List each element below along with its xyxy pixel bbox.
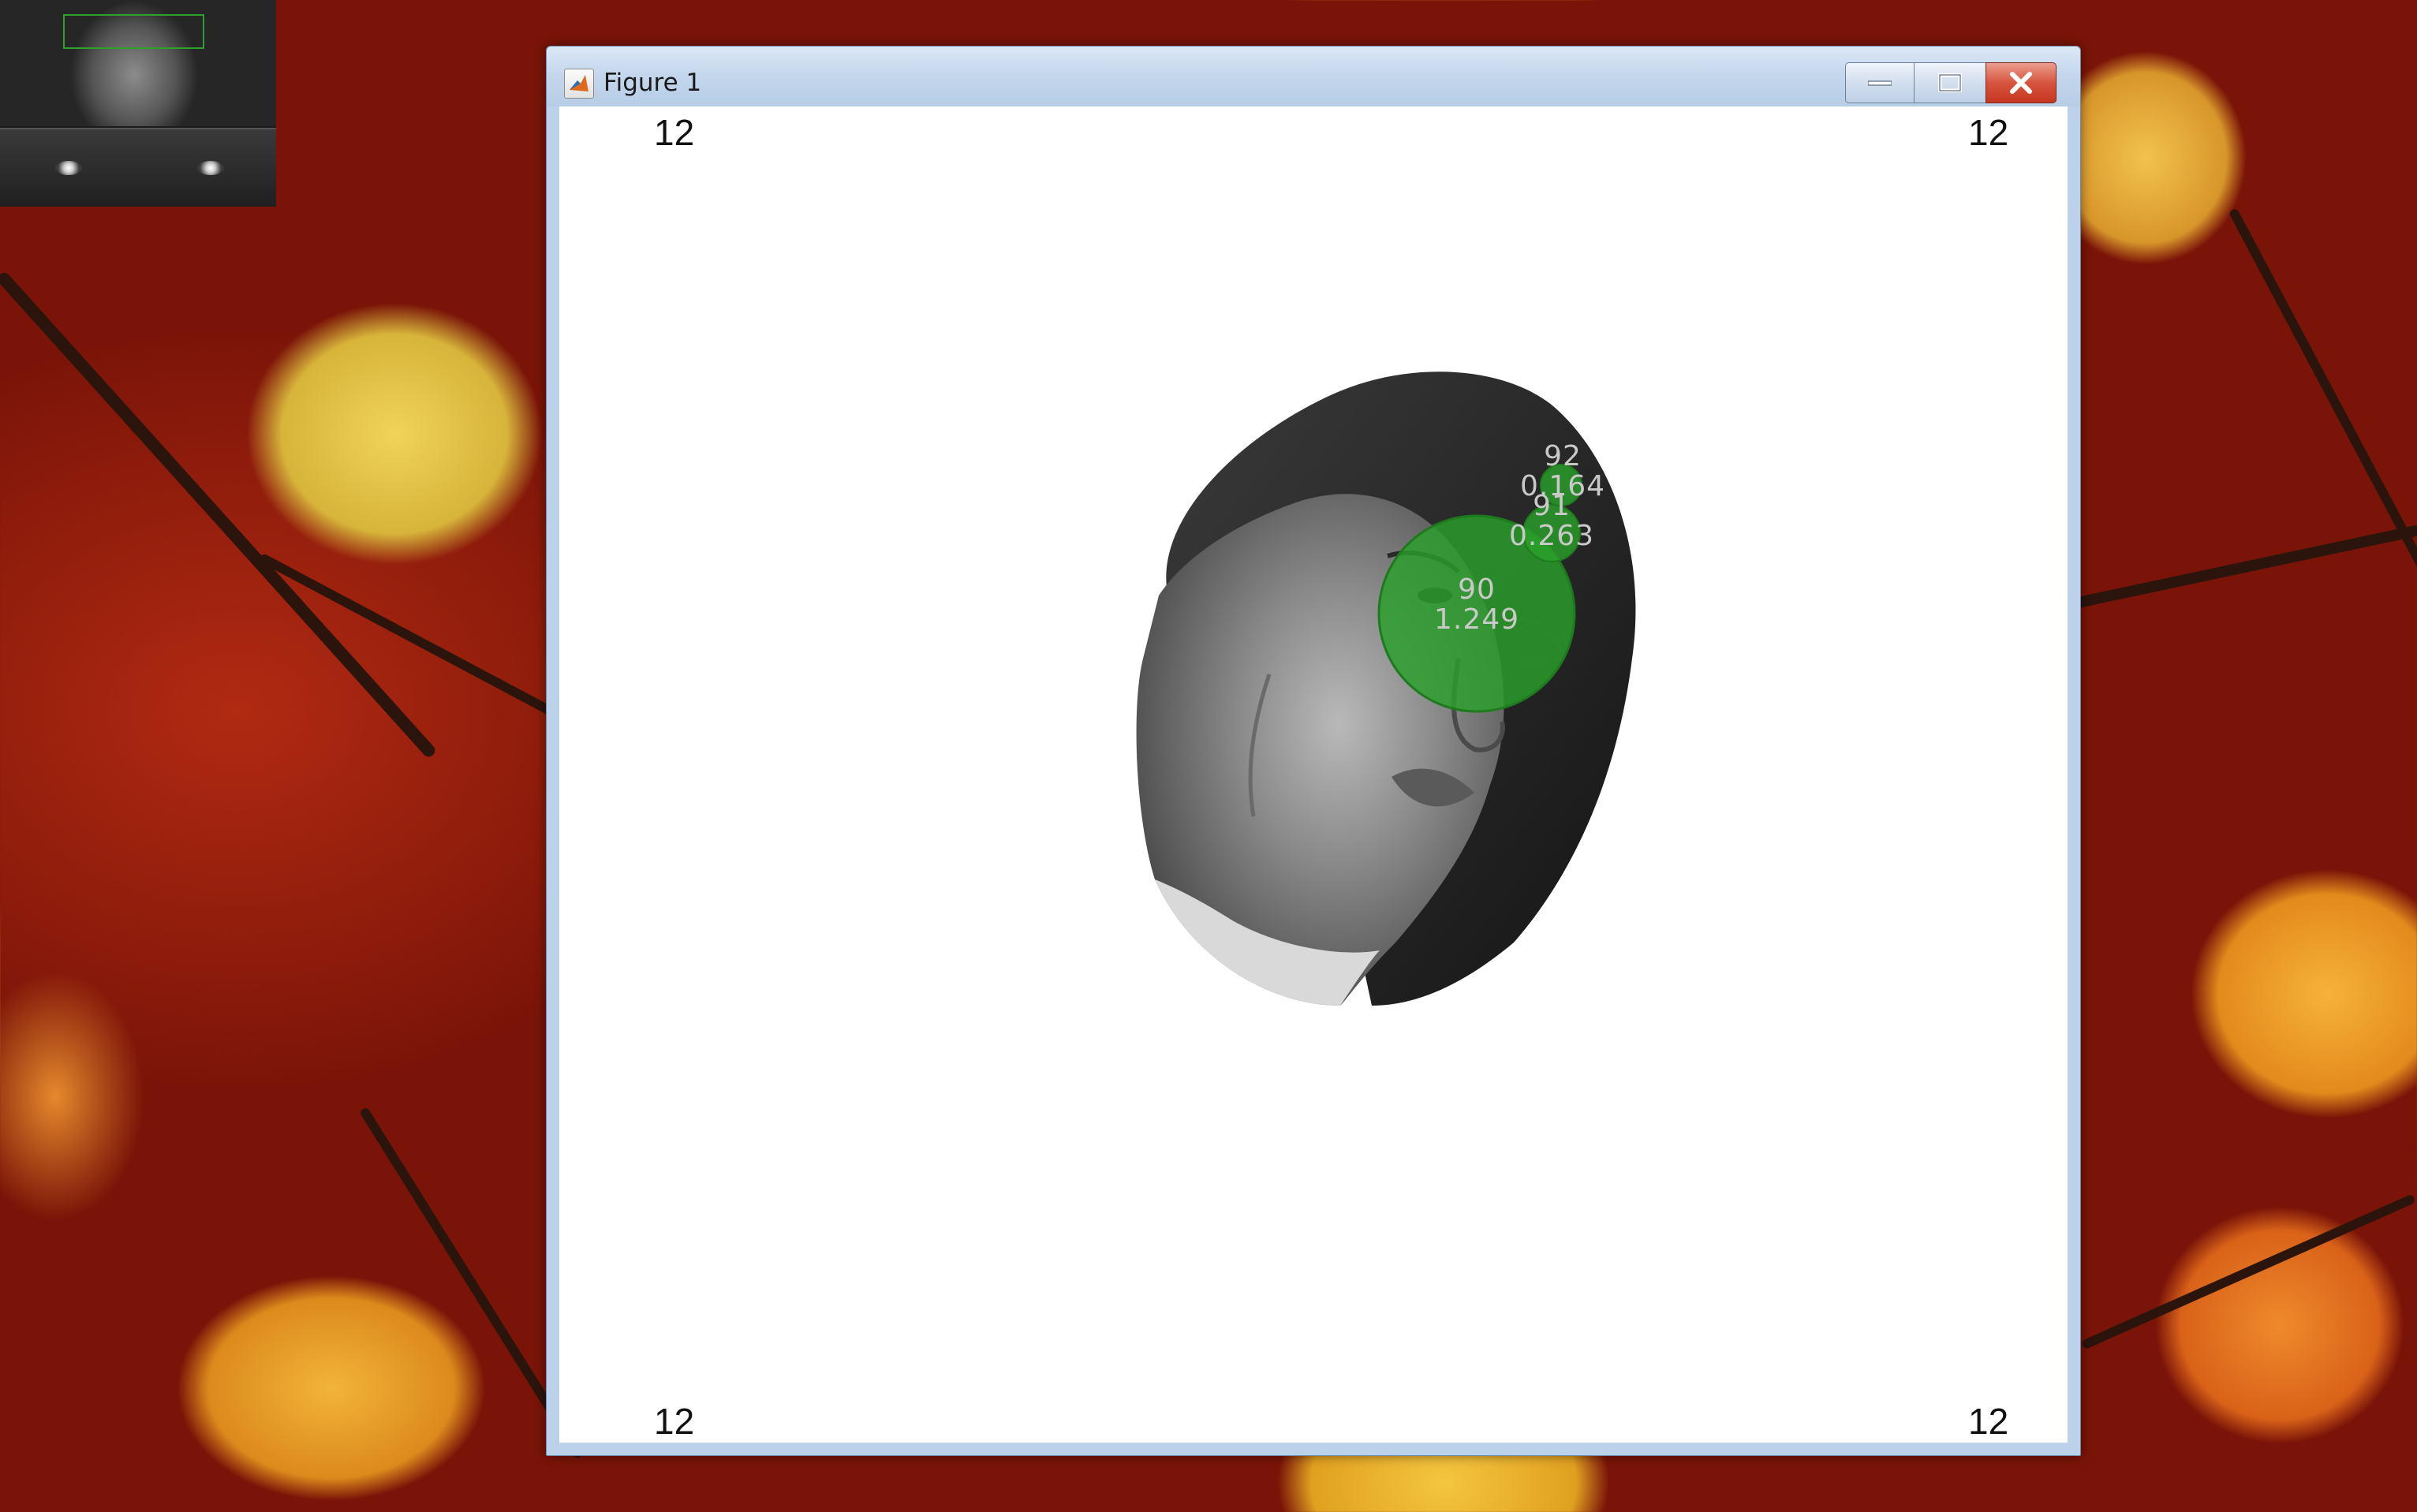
eye-tracker-camera-preview bbox=[0, 0, 276, 207]
minimize-icon bbox=[1868, 80, 1892, 86]
fixation-id: 92 bbox=[1544, 440, 1582, 472]
fixation-duration: 0.263 bbox=[1508, 520, 1595, 552]
background-branch bbox=[2080, 1193, 2416, 1350]
figure-window[interactable]: Figure 1 12 12 12 12 90 1.249 91 0.263 9… bbox=[546, 46, 2081, 1456]
background-branch bbox=[0, 270, 438, 760]
maximize-icon bbox=[1938, 73, 1962, 92]
background-branch bbox=[2065, 524, 2417, 610]
right-eye-image bbox=[197, 161, 224, 175]
background-branch bbox=[2228, 207, 2417, 700]
background-branch bbox=[258, 552, 555, 717]
window-titlebar[interactable]: Figure 1 bbox=[547, 47, 2080, 106]
close-button[interactable] bbox=[1986, 62, 2057, 103]
stimulus-image bbox=[1136, 371, 1636, 1006]
fixation-label-90: 90 1.249 bbox=[1434, 575, 1519, 635]
close-icon bbox=[2010, 72, 2032, 94]
face-camera-view bbox=[0, 0, 276, 126]
figure-canvas[interactable]: 12 12 12 12 90 1.249 91 0.263 92 0.164 bbox=[559, 106, 2068, 1443]
fixation-duration: 1.249 bbox=[1433, 603, 1520, 636]
fixation-label-92: 92 0.164 bbox=[1520, 442, 1605, 502]
eyes-camera-view bbox=[0, 128, 276, 207]
left-eye-image bbox=[55, 161, 82, 175]
maximize-button[interactable] bbox=[1914, 62, 1986, 103]
fixation-id: 90 bbox=[1458, 573, 1496, 606]
minimize-button[interactable] bbox=[1845, 62, 1915, 103]
window-title: Figure 1 bbox=[603, 69, 702, 97]
fixation-duration: 0.164 bbox=[1519, 470, 1606, 502]
matlab-icon bbox=[564, 69, 594, 99]
